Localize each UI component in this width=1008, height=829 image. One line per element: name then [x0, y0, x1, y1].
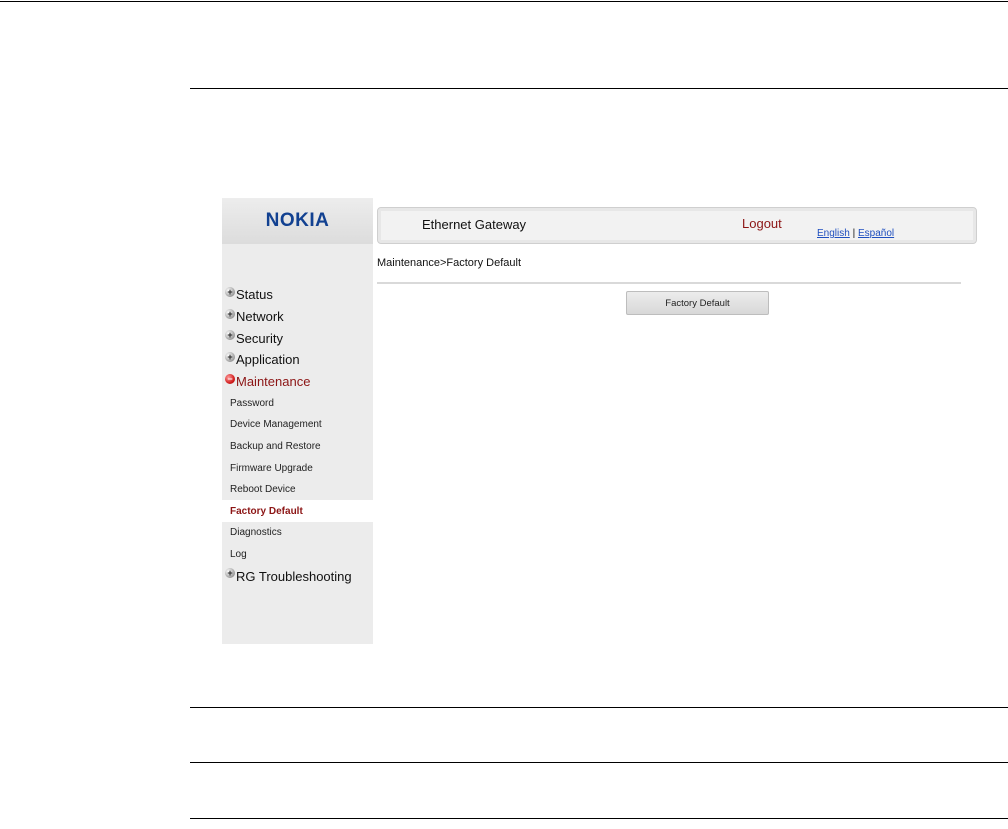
expand-plus-icon: + — [225, 351, 235, 362]
expand-plus-icon: + — [225, 568, 235, 579]
expand-plus-icon: + — [225, 330, 235, 341]
english-link[interactable]: English — [817, 228, 850, 239]
sidebar-subitem-firmware-upgrade[interactable]: Firmware Upgrade — [222, 457, 373, 479]
sidebar-item-application[interactable]: + Application — [222, 349, 373, 371]
sidebar-item-network[interactable]: + Network — [222, 306, 373, 328]
document-page: NOKIA + Status + Network + Security + Ap… — [0, 0, 1008, 829]
content-divider — [377, 282, 961, 284]
sidebar-subitem-reboot-device[interactable]: Reboot Device — [222, 479, 373, 501]
expand-plus-icon: + — [225, 286, 235, 297]
logout-link[interactable]: Logout — [742, 216, 782, 231]
sidebar-subitem-diagnostics[interactable]: Diagnostics — [222, 522, 373, 544]
sidebar-item-label: RG Troubleshooting — [236, 568, 352, 584]
nokia-logo: NOKIA — [265, 210, 330, 231]
sidebar-subitem-device-management[interactable]: Device Management — [222, 414, 373, 436]
logo-box: NOKIA — [222, 198, 373, 244]
language-separator: | — [852, 228, 856, 239]
factory-default-button[interactable]: Factory Default — [626, 291, 769, 315]
page-top-rule — [0, 1, 1008, 2]
language-switcher: English | Español — [817, 228, 894, 239]
header-title: Ethernet Gateway — [422, 217, 527, 232]
sidebar-subitem-log[interactable]: Log — [222, 544, 373, 566]
gateway-screenshot: NOKIA + Status + Network + Security + Ap… — [222, 198, 984, 644]
sidebar-item-maintenance[interactable]: − Maintenance — [222, 371, 373, 393]
sidebar-item-security[interactable]: + Security — [222, 327, 373, 349]
sidebar-subitem-password[interactable]: Password — [222, 392, 373, 414]
breadcrumb: Maintenance>Factory Default — [377, 257, 521, 269]
section-rule — [190, 88, 1008, 89]
expand-plus-icon: + — [225, 308, 235, 319]
sidebar-item-label: Network — [236, 309, 284, 325]
section-rule — [190, 762, 1008, 763]
section-rule — [190, 818, 1008, 819]
header-bar: Ethernet Gateway Logout English | Españo… — [377, 207, 977, 244]
sidebar-nav: + Status + Network + Security + Applicat… — [222, 284, 373, 587]
sidebar-item-label: Status — [236, 287, 273, 303]
sidebar-subitem-factory-default[interactable]: Factory Default — [222, 500, 373, 522]
sidebar-item-rg-troubleshooting[interactable]: + RG Troubleshooting — [222, 565, 373, 587]
sidebar-item-label: Maintenance — [236, 374, 311, 390]
espanol-link[interactable]: Español — [858, 228, 894, 239]
sidebar-item-status[interactable]: + Status — [222, 284, 373, 306]
sidebar-item-label: Security — [236, 330, 283, 346]
sidebar-subitem-backup-restore[interactable]: Backup and Restore — [222, 436, 373, 458]
sidebar: NOKIA + Status + Network + Security + Ap… — [222, 198, 373, 644]
section-rule — [190, 707, 1008, 708]
sidebar-item-label: Application — [236, 352, 300, 368]
collapse-minus-icon: − — [225, 373, 235, 384]
